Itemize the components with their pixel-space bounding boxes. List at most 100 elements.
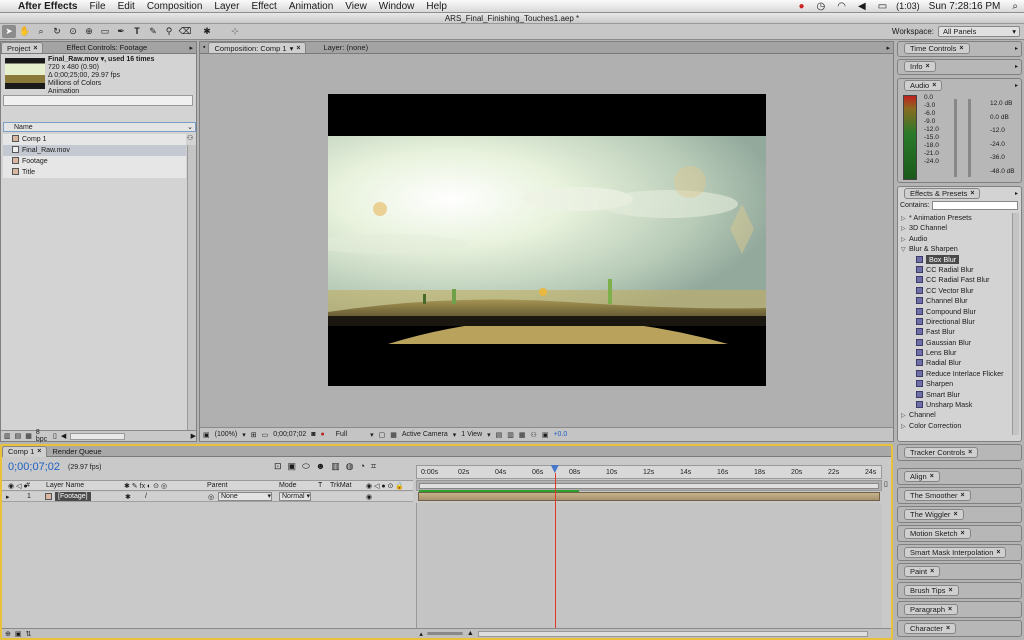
fast-preview-icon[interactable]: ▥: [507, 431, 514, 439]
tab-smart-mask[interactable]: Smart Mask Interpolation ×: [904, 547, 1007, 558]
close-icon[interactable]: ×: [930, 566, 934, 577]
tab-composition[interactable]: Composition: Comp 1 ▾ ×: [208, 42, 307, 54]
flowchart-icon[interactable]: ⚇: [531, 431, 537, 439]
tab-project[interactable]: Project ×: [1, 42, 44, 54]
panel-menu-icon[interactable]: ▸: [1015, 63, 1018, 70]
bit-depth[interactable]: 8 bpc: [36, 429, 49, 443]
horizontal-scrollbar[interactable]: [70, 432, 125, 440]
zoom-out-icon[interactable]: ▴: [419, 630, 423, 638]
graph-editor-icon[interactable]: ⌗: [371, 461, 376, 472]
magnification-select[interactable]: (100%): [215, 431, 238, 438]
tab-the-smoother[interactable]: The Smoother ×: [904, 490, 971, 501]
shy-layers-icon[interactable]: ☻: [316, 461, 325, 472]
panel-menu-icon[interactable]: ▸: [1015, 82, 1018, 89]
menu-edit[interactable]: Edit: [112, 1, 141, 12]
close-icon[interactable]: ×: [926, 61, 930, 72]
pick-whip-icon[interactable]: ◎: [208, 493, 214, 501]
effect-item[interactable]: Fast Blur: [901, 327, 1013, 337]
snapshot-icon[interactable]: ◙: [311, 431, 315, 438]
menu-composition[interactable]: Composition: [141, 1, 209, 12]
tab-layer[interactable]: Layer: (none): [318, 42, 373, 53]
scroll-left-icon[interactable]: ◀: [61, 432, 66, 440]
panel-menu-icon[interactable]: ▸: [1015, 45, 1018, 52]
camera-select[interactable]: Active Camera: [402, 431, 448, 438]
hand-tool-icon[interactable]: ✋: [18, 25, 32, 38]
battery-icon[interactable]: ▭: [872, 1, 893, 12]
tab-paint[interactable]: Paint ×: [904, 566, 941, 577]
timeline-icon[interactable]: ▦: [519, 431, 526, 439]
effect-item[interactable]: Radial Blur: [901, 358, 1013, 368]
menu-file[interactable]: File: [83, 1, 111, 12]
tab-effects-presets[interactable]: Effects & Presets ×: [904, 188, 981, 199]
new-folder-icon[interactable]: ▤: [15, 432, 22, 440]
av-features-icon[interactable]: ◉ ◁ ●: [8, 482, 28, 490]
brainstorm-icon[interactable]: ◔: [360, 461, 365, 472]
pan-behind-tool-icon[interactable]: ⊕: [82, 25, 96, 38]
time-machine-icon[interactable]: ◷: [811, 1, 832, 12]
menu-help[interactable]: Help: [420, 1, 453, 12]
tree-item[interactable]: ▷ Audio: [901, 234, 1013, 244]
tree-item[interactable]: ▷ Channel: [901, 410, 1013, 420]
clone-stamp-icon[interactable]: ⚲: [162, 25, 176, 38]
layer-switch-icons[interactable]: ◉ ◁ ● ⊙ 🔒: [366, 482, 404, 490]
clock[interactable]: Sun 7:28:16 PM: [923, 1, 1007, 12]
name-column-header[interactable]: Name ⌄: [3, 122, 196, 132]
toggle-switches-icon[interactable]: ⊕: [5, 630, 11, 638]
pen-tool-icon[interactable]: ✒: [114, 25, 128, 38]
tab-info[interactable]: Info ×: [904, 61, 936, 72]
toggle-modes-icon[interactable]: ▣: [15, 630, 22, 638]
rectangle-tool-icon[interactable]: ▭: [98, 25, 112, 38]
effect-item[interactable]: CC Radial Blur: [901, 265, 1013, 275]
view-layout-select[interactable]: 1 View: [461, 431, 482, 438]
rotate-tool-icon[interactable]: ↻: [50, 25, 64, 38]
axis-mode-icon[interactable]: ⊹: [228, 25, 242, 38]
interpret-footage-icon[interactable]: ▥: [4, 432, 11, 440]
close-icon[interactable]: ×: [930, 471, 934, 482]
list-item[interactable]: Comp 1: [3, 134, 186, 145]
wifi-icon[interactable]: ◠: [831, 1, 852, 12]
exposure-value[interactable]: +0.0: [553, 431, 567, 438]
tree-item[interactable]: ▷ * Animation Presets: [901, 213, 1013, 223]
tab-comp1-timeline[interactable]: Comp 1 ×: [2, 445, 48, 457]
camera-tool-icon[interactable]: ⊙: [66, 25, 80, 38]
comp-mini-flowchart-icon[interactable]: ▣: [288, 461, 297, 472]
disclosure-triangle-icon[interactable]: ▷: [901, 422, 909, 432]
close-icon[interactable]: ×: [37, 446, 41, 457]
effect-item[interactable]: Directional Blur: [901, 317, 1013, 327]
preview-icon[interactable]: ▣: [203, 431, 210, 439]
spotlight-icon[interactable]: ⌕: [1006, 1, 1024, 12]
parent-header[interactable]: Parent: [207, 482, 228, 489]
effect-item[interactable]: Lens Blur: [901, 348, 1013, 358]
close-icon[interactable]: ×: [932, 80, 936, 91]
close-icon[interactable]: ×: [948, 604, 952, 615]
comp-timecode[interactable]: 0;00;07;02: [273, 431, 306, 438]
selection-tool-icon[interactable]: ➤: [2, 25, 16, 38]
audio-slider-right[interactable]: [968, 99, 971, 177]
close-icon[interactable]: ×: [296, 43, 300, 54]
effect-item[interactable]: CC Vector Blur: [901, 286, 1013, 296]
menu-animation[interactable]: Animation: [283, 1, 339, 12]
search-layers-icon[interactable]: ⊡: [274, 461, 282, 472]
mode-select[interactable]: Normal ▾: [279, 492, 311, 501]
layer-name-header[interactable]: Layer Name: [46, 482, 84, 489]
comp-viewer[interactable]: [328, 94, 766, 386]
resolution-select[interactable]: Full: [336, 431, 347, 438]
reset-exposure-icon[interactable]: ▣: [542, 431, 549, 439]
video-switch-icon[interactable]: ◉: [366, 493, 372, 501]
tab-motion-sketch[interactable]: Motion Sketch ×: [904, 528, 971, 539]
safe-zones-icon[interactable]: ⊞: [251, 431, 257, 439]
menu-window[interactable]: Window: [373, 1, 421, 12]
switches-icon[interactable]: ✱ ✎ fx ◐ ⊙ ◎: [124, 482, 167, 490]
close-icon[interactable]: ×: [968, 447, 972, 458]
close-icon[interactable]: ×: [33, 43, 37, 54]
effect-item[interactable]: Channel Blur: [901, 296, 1013, 306]
panel-menu-icon[interactable]: ▸: [189, 44, 193, 52]
workspace-select[interactable]: All Panels ▾: [938, 26, 1020, 37]
scroll-right-icon[interactable]: ▶: [191, 432, 196, 440]
layer-name[interactable]: [Footage]: [55, 492, 91, 501]
new-comp-icon[interactable]: ▦: [25, 432, 32, 440]
menu-layer[interactable]: Layer: [208, 1, 245, 12]
panel-menu-icon[interactable]: ▸: [1015, 190, 1018, 197]
tab-audio[interactable]: Audio ×: [904, 80, 943, 91]
app-menu[interactable]: After Effects: [12, 1, 83, 12]
